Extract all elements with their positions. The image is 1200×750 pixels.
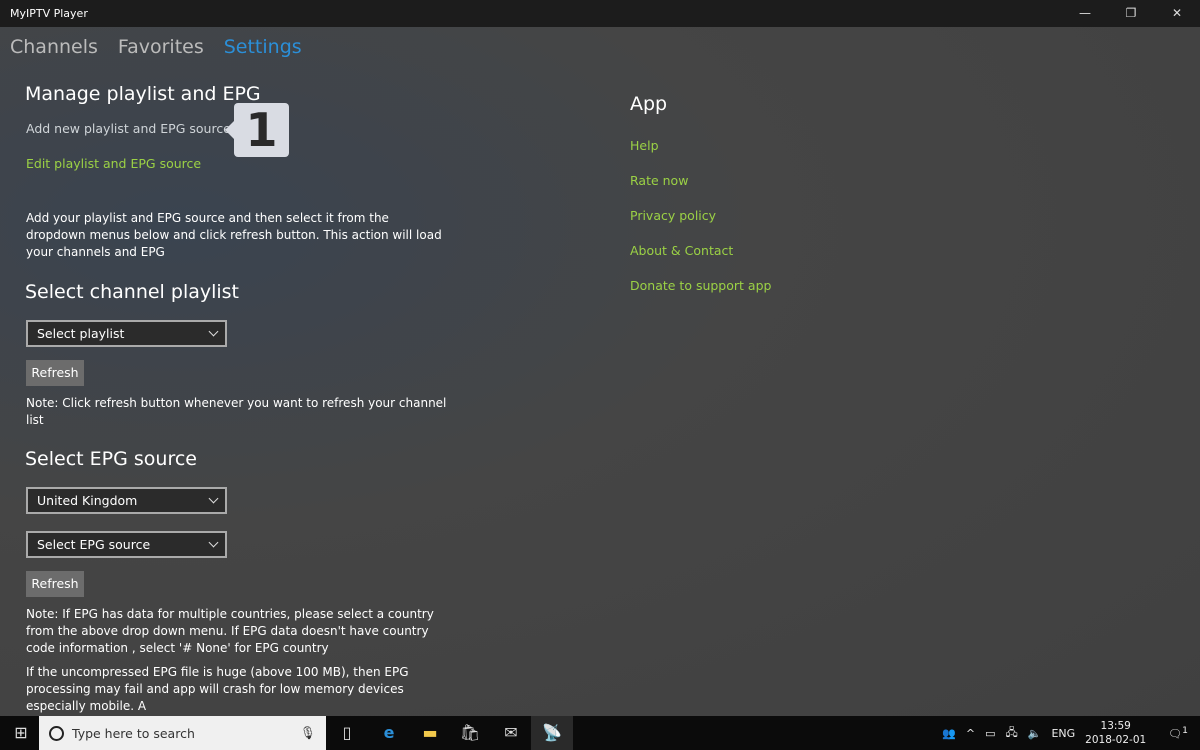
- taskbar: ⊞ Type here to search 🎙 ▯ e ▬ 🛍 ✉ 📡 👥 ^ …: [0, 716, 1200, 750]
- windows-start-icon[interactable]: ⊞: [0, 716, 42, 750]
- epg-note: Note: If EPG has data for multiple count…: [26, 607, 434, 655]
- language-indicator[interactable]: ENG: [1051, 727, 1075, 740]
- playlist-dropdown[interactable]: Select playlist: [26, 320, 227, 347]
- playlist-refresh-button[interactable]: Refresh: [26, 360, 84, 386]
- system-tray: 👥 ^ ▭ 🖧 🔈 ENG 13:59 2018-02-01 🗨1: [942, 716, 1200, 750]
- privacy-link[interactable]: Privacy policy: [630, 208, 716, 223]
- store-icon[interactable]: 🛍: [449, 716, 491, 750]
- main-tabs: Channels Favorites Settings: [10, 36, 302, 58]
- edit-source-link[interactable]: Edit playlist and EPG source: [26, 156, 201, 171]
- minimize-button[interactable]: —: [1062, 0, 1108, 27]
- file-explorer-icon[interactable]: ▬: [409, 716, 451, 750]
- tab-channels[interactable]: Channels: [10, 36, 98, 58]
- epg-warning: If the uncompressed EPG file is huge (ab…: [26, 665, 409, 713]
- epg-source-dropdown[interactable]: Select EPG source: [26, 531, 227, 558]
- close-button[interactable]: ✕: [1154, 0, 1200, 27]
- epg-country-dropdown[interactable]: United Kingdom: [26, 487, 227, 514]
- network-icon[interactable]: 🖧: [1006, 724, 1018, 743]
- about-link[interactable]: About & Contact: [630, 243, 733, 258]
- step-badge: 1: [225, 103, 289, 157]
- add-source-link[interactable]: Add new playlist and EPG source: [26, 121, 231, 136]
- app-title: MyIPTV Player: [10, 7, 88, 20]
- myiptv-app-icon[interactable]: 📡: [531, 716, 573, 750]
- playlist-heading: Select channel playlist: [25, 281, 240, 303]
- volume-icon[interactable]: 🔈: [1028, 727, 1042, 740]
- chevron-up-icon[interactable]: ^: [966, 727, 975, 740]
- task-view-icon[interactable]: ▯: [326, 716, 368, 750]
- cortana-icon: [49, 725, 64, 741]
- manage-heading: Manage playlist and EPG: [25, 83, 261, 105]
- microphone-icon[interactable]: 🎙: [300, 725, 316, 741]
- notifications-icon[interactable]: 🗨1: [1168, 725, 1188, 741]
- restore-button[interactable]: ❐: [1108, 0, 1154, 27]
- battery-icon[interactable]: ▭: [985, 727, 995, 740]
- time: 13:59: [1100, 720, 1131, 732]
- playlist-note: Note: Click refresh button whenever you …: [26, 396, 447, 427]
- donate-link[interactable]: Donate to support app: [630, 278, 771, 293]
- manage-description: Add your playlist and EPG source and the…: [26, 211, 442, 259]
- notification-count: 1: [1182, 725, 1188, 737]
- help-link[interactable]: Help: [630, 138, 659, 153]
- date: 2018-02-01: [1085, 734, 1147, 746]
- app-heading: App: [630, 93, 668, 115]
- epg-refresh-button[interactable]: Refresh: [26, 571, 84, 597]
- search-placeholder: Type here to search: [72, 725, 195, 741]
- tab-settings[interactable]: Settings: [224, 36, 302, 58]
- edge-icon[interactable]: e: [368, 716, 410, 750]
- epg-heading: Select EPG source: [25, 448, 197, 470]
- people-icon[interactable]: 👥: [942, 727, 956, 740]
- mail-icon[interactable]: ✉: [490, 716, 532, 750]
- taskbar-search[interactable]: Type here to search 🎙: [39, 716, 326, 750]
- clock[interactable]: 13:59 2018-02-01: [1085, 719, 1146, 747]
- rate-link[interactable]: Rate now: [630, 173, 688, 188]
- tab-favorites[interactable]: Favorites: [118, 36, 204, 58]
- title-bar: MyIPTV Player — ❐ ✕: [0, 0, 1200, 27]
